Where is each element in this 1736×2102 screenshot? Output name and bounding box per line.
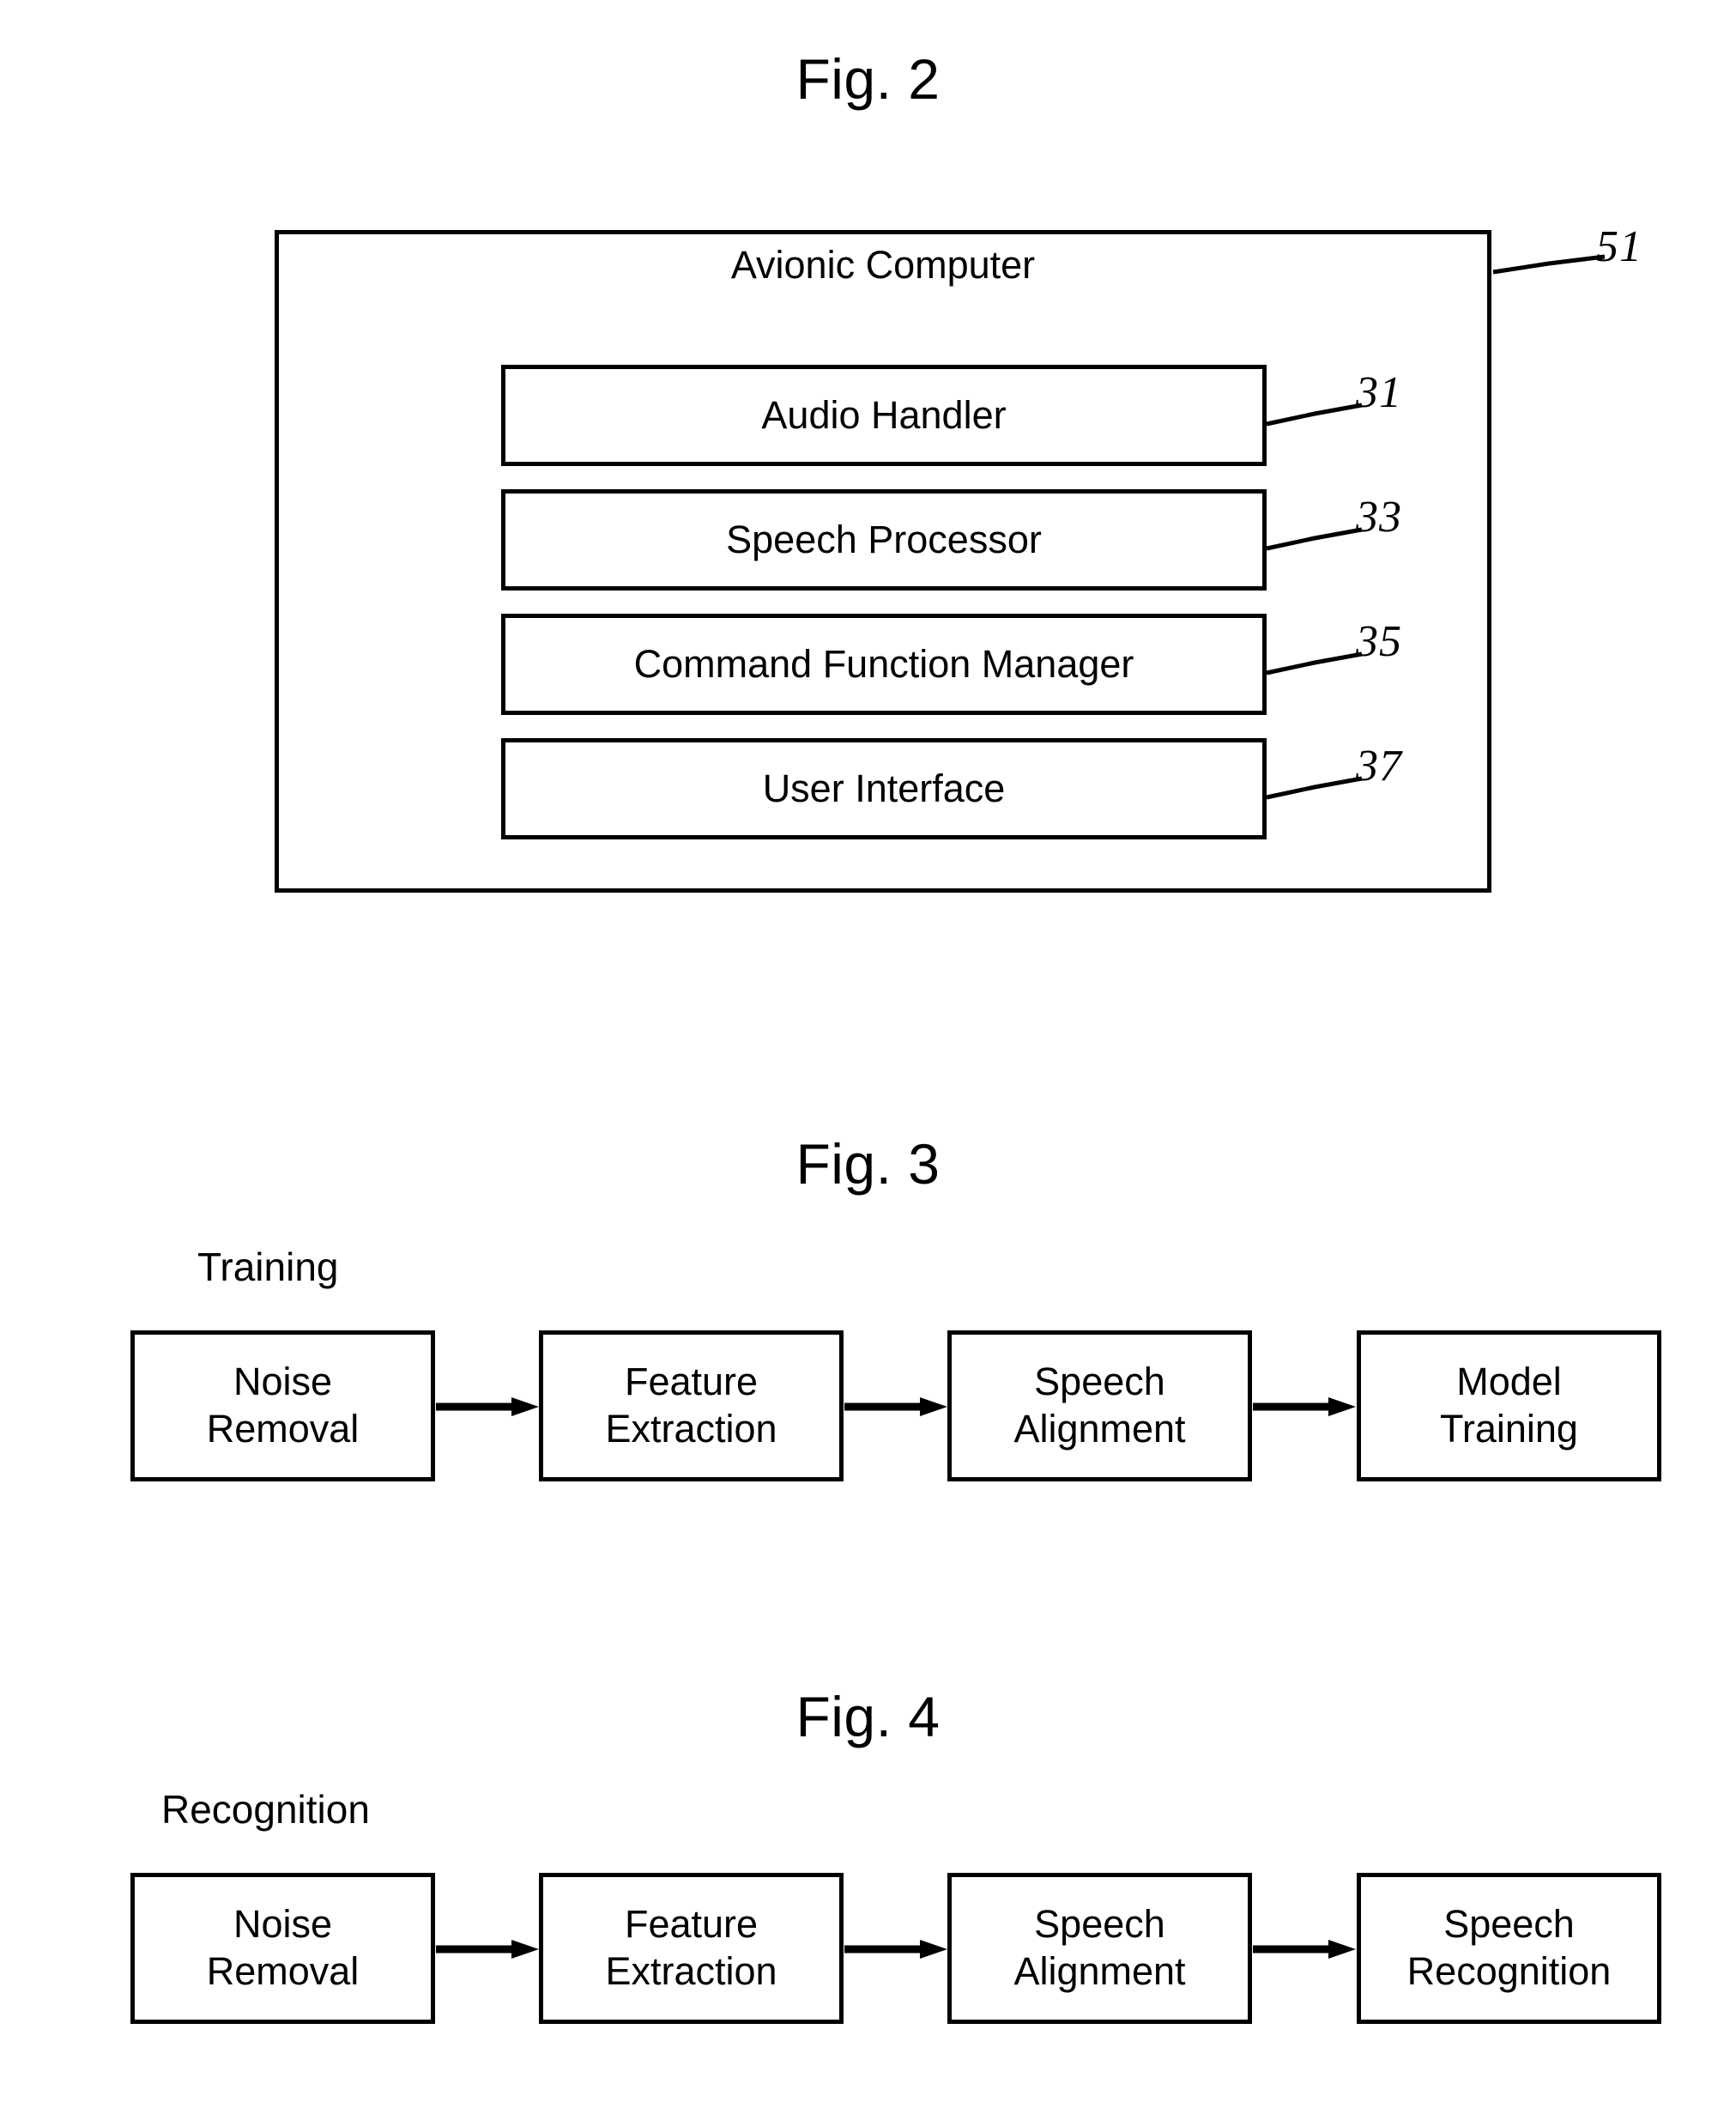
leader-line-37 bbox=[1266, 776, 1363, 800]
flow-step-feature-extraction: Feature Extraction bbox=[539, 1873, 844, 2024]
flow-step-feature-extraction-label: Feature Extraction bbox=[605, 1902, 777, 1993]
training-phase-label: Training bbox=[197, 1245, 339, 1289]
figure-2-title: Fig. 2 bbox=[795, 47, 941, 111]
block-command-function-manager-label: Command Function Manager bbox=[633, 642, 1134, 687]
block-speech-processor-label: Speech Processor bbox=[726, 518, 1042, 562]
block-speech-processor: Speech Processor bbox=[501, 489, 1267, 591]
block-audio-handler: Audio Handler bbox=[501, 365, 1267, 466]
flow-step-noise-removal: Noise Removal bbox=[130, 1330, 435, 1481]
block-command-function-manager: Command Function Manager bbox=[501, 614, 1267, 715]
avionic-computer-label: Avionic Computer bbox=[730, 243, 1036, 287]
flow-step-noise-removal: Noise Removal bbox=[130, 1873, 435, 2024]
reference-numeral-31: 31 bbox=[1356, 368, 1402, 417]
flow-step-noise-removal-label: Noise Removal bbox=[206, 1902, 360, 1993]
flow-arrow-3 bbox=[1253, 1397, 1356, 1416]
flow-step-noise-removal-label: Noise Removal bbox=[206, 1360, 360, 1451]
flow-step-feature-extraction-label: Feature Extraction bbox=[605, 1360, 777, 1451]
figure-4-title: Fig. 4 bbox=[795, 1685, 941, 1748]
flow-step-model-training-label: Model Training bbox=[1440, 1360, 1578, 1451]
training-flow-row: Noise Removal Feature Extraction Speech … bbox=[0, 1330, 1736, 1485]
flow-step-model-training: Model Training bbox=[1357, 1330, 1661, 1481]
reference-numeral-33: 33 bbox=[1356, 493, 1402, 542]
leader-line-33 bbox=[1266, 527, 1363, 551]
flow-step-speech-alignment: Speech Alignment bbox=[947, 1873, 1252, 2024]
reference-numeral-51: 51 bbox=[1596, 222, 1642, 271]
flow-step-speech-alignment-label: Speech Alignment bbox=[1013, 1360, 1186, 1451]
flow-step-speech-recognition: Speech Recognition bbox=[1357, 1873, 1661, 2024]
flow-arrow-2 bbox=[844, 1940, 947, 1959]
reference-numeral-35: 35 bbox=[1356, 617, 1402, 666]
block-user-interface-label: User Interface bbox=[762, 766, 1006, 811]
reference-numeral-37: 37 bbox=[1356, 742, 1402, 791]
flow-arrow-2 bbox=[844, 1397, 947, 1416]
flow-arrow-3 bbox=[1253, 1940, 1356, 1959]
recognition-flow-row: Noise Removal Feature Extraction Speech … bbox=[0, 1873, 1736, 2027]
leader-line-31 bbox=[1266, 403, 1363, 427]
block-audio-handler-label: Audio Handler bbox=[761, 393, 1007, 438]
figure-3-title: Fig. 3 bbox=[795, 1132, 941, 1196]
patent-drawing-sheet: Fig. 2 Avionic Computer 51 Audio Handler… bbox=[0, 0, 1736, 2102]
leader-line-35 bbox=[1266, 651, 1363, 675]
flow-step-speech-alignment: Speech Alignment bbox=[947, 1330, 1252, 1481]
flow-arrow-1 bbox=[436, 1940, 539, 1959]
flow-step-speech-alignment-label: Speech Alignment bbox=[1013, 1902, 1186, 1993]
flow-arrow-1 bbox=[436, 1397, 539, 1416]
flow-step-speech-recognition-label: Speech Recognition bbox=[1406, 1902, 1612, 1993]
block-user-interface: User Interface bbox=[501, 738, 1267, 839]
recognition-phase-label: Recognition bbox=[161, 1787, 370, 1832]
flow-step-feature-extraction: Feature Extraction bbox=[539, 1330, 844, 1481]
leader-line-51 bbox=[1492, 254, 1606, 275]
